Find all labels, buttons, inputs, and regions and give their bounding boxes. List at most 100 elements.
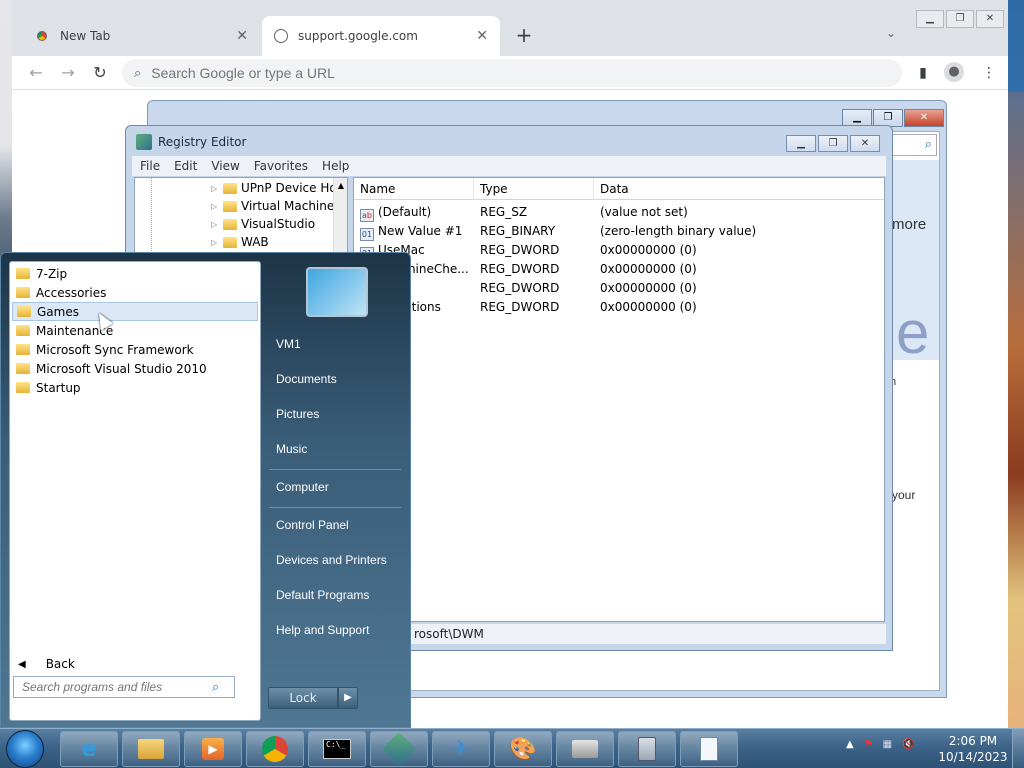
start-search-input[interactable] [22, 680, 212, 694]
lock-button[interactable]: Lock [268, 687, 338, 709]
tree-item[interactable]: ▷ Virtual Machine [211, 197, 334, 215]
program-startup[interactable]: Startup [12, 378, 258, 397]
program-label: Games [37, 304, 79, 319]
folder-icon [16, 344, 30, 355]
minimize-button[interactable]: ▁ [786, 135, 816, 152]
cmd-icon[interactable]: C:\_ [308, 731, 366, 767]
program-games[interactable]: Games [12, 302, 258, 321]
tab-support-google[interactable]: support.google.com ✕ [262, 16, 500, 56]
user-picture [306, 267, 368, 317]
tree-item[interactable]: ▷ UPnP Device Ho [211, 179, 337, 197]
chrome-icon[interactable] [246, 731, 304, 767]
calculator-icon[interactable] [618, 731, 676, 767]
table-row[interactable]: 01UseMac REG_DWORD 0x00000000 (0) [354, 241, 884, 260]
column-type[interactable]: Type [474, 178, 594, 200]
restore-button[interactable]: ❐ [946, 10, 974, 28]
desktop-background-right [1008, 92, 1024, 728]
new-tab-plus-icon[interactable]: + [512, 24, 536, 48]
globe-icon [274, 29, 288, 43]
column-name[interactable]: Name [354, 178, 474, 200]
close-button[interactable]: ✕ [976, 10, 1004, 28]
vs-icon[interactable]: ✈ [432, 731, 490, 767]
shutdown-options-arrow-icon[interactable]: ▶ [338, 687, 358, 709]
explorer-icon[interactable] [122, 731, 180, 767]
table-row[interactable]: ab (Default) REG_SZ (value not set) [354, 203, 884, 222]
media-player-icon[interactable]: ▶ [184, 731, 242, 767]
table-row[interactable]: 01 New Value #1 REG_BINARY (zero-length b… [354, 222, 884, 241]
start-item-pictures[interactable]: Pictures [276, 407, 319, 421]
notepad-icon[interactable] [680, 731, 738, 767]
regedit-icon[interactable] [370, 731, 428, 767]
background-search-box[interactable]: ⌕ [887, 134, 937, 156]
table-row[interactable]: ptions REG_DWORD 0x00000000 (0) [354, 298, 884, 317]
start-item-default-programs[interactable]: Default Programs [276, 588, 369, 602]
side-panel-icon[interactable]: ▮ [912, 62, 934, 84]
system-clock[interactable]: 2:06 PM 10/14/2023 [938, 733, 1008, 765]
start-menu: 7-Zip Accessories Games Maintenance Micr… [0, 252, 411, 728]
tab-search-chevron-icon[interactable]: ⌄ [886, 26, 896, 40]
close-button[interactable]: ✕ [904, 109, 944, 127]
start-item-control-panel[interactable]: Control Panel [276, 518, 349, 532]
table-row[interactable]: achineChe... REG_DWORD 0x00000000 (0) [354, 260, 884, 279]
close-button[interactable]: ✕ [850, 135, 880, 152]
menu-help[interactable]: Help [322, 159, 349, 173]
close-tab-icon[interactable]: ✕ [236, 28, 248, 44]
show-desktop-button[interactable] [1012, 729, 1024, 768]
program-ms-vs2010[interactable]: Microsoft Visual Studio 2010 [12, 359, 258, 378]
menu-file[interactable]: File [140, 159, 160, 173]
scroll-up-arrow-icon[interactable]: ▲ [334, 181, 347, 190]
search-icon[interactable]: ⌕ [212, 680, 219, 695]
start-orb-icon[interactable] [6, 730, 44, 768]
ie-icon[interactable]: e [60, 731, 118, 767]
program-ms-sync[interactable]: Microsoft Sync Framework [12, 340, 258, 359]
tree-item-label: VisualStudio [241, 217, 316, 231]
expand-arrow-icon[interactable]: ▷ [211, 184, 219, 193]
tree-item-label: Virtual Machine [241, 199, 335, 213]
close-tab-icon[interactable]: ✕ [476, 28, 488, 44]
minimize-button[interactable]: ▁ [916, 10, 944, 28]
restore-button[interactable]: ❐ [818, 135, 848, 152]
expand-arrow-icon[interactable]: ▷ [211, 220, 219, 229]
action-center-flag-icon[interactable]: ⚑ [864, 739, 873, 750]
network-icon[interactable]: ▦ [883, 739, 892, 750]
omnibox[interactable]: ⌕ [122, 59, 902, 87]
more-menu-icon[interactable]: ⋮ [978, 62, 1000, 84]
expand-arrow-icon[interactable]: ▷ [211, 238, 219, 247]
value-type: REG_DWORD [480, 262, 560, 276]
show-hidden-icons-icon[interactable]: ▲ [846, 739, 854, 750]
program-maintenance[interactable]: Maintenance [12, 321, 258, 340]
column-data[interactable]: Data [594, 178, 884, 200]
volume-muted-icon[interactable]: 🔇 [902, 739, 914, 750]
table-row[interactable]: REG_DWORD 0x00000000 (0) [354, 279, 884, 298]
reload-icon[interactable]: ↻ [88, 62, 112, 84]
omnibox-input[interactable] [151, 65, 852, 81]
back-button[interactable]: ◀ Back [18, 657, 75, 671]
tree-item[interactable]: ▷ VisualStudio [211, 215, 315, 233]
start-item-music[interactable]: Music [276, 442, 307, 456]
tab-new-tab[interactable]: New Tab ✕ [22, 16, 260, 56]
start-item-help-support[interactable]: Help and Support [276, 623, 369, 637]
menu-edit[interactable]: Edit [174, 159, 197, 173]
value-data: 0x00000000 (0) [600, 262, 697, 276]
profile-avatar-icon[interactable]: ● [944, 62, 964, 82]
expand-arrow-icon[interactable]: ▷ [211, 202, 219, 211]
tab-label: New Tab [60, 29, 111, 43]
program-label: Accessories [36, 285, 107, 300]
start-search-box[interactable]: ⌕ [13, 676, 235, 698]
menu-favorites[interactable]: Favorites [254, 159, 308, 173]
value-data: 0x00000000 (0) [600, 243, 697, 257]
menu-view[interactable]: View [211, 159, 239, 173]
forward-arrow-icon[interactable]: → [56, 62, 80, 84]
start-item-devices-printers[interactable]: Devices and Printers [276, 553, 387, 567]
clock-date: 10/14/2023 [938, 750, 1008, 764]
fax-icon[interactable] [556, 731, 614, 767]
start-item-computer[interactable]: Computer [276, 480, 329, 494]
start-item-documents[interactable]: Documents [276, 372, 337, 386]
tree-item[interactable]: ▷ WAB [211, 233, 269, 251]
program-accessories[interactable]: Accessories [12, 283, 258, 302]
program-7zip[interactable]: 7-Zip [12, 264, 258, 283]
folder-icon [223, 200, 237, 212]
back-arrow-icon[interactable]: ← [24, 62, 48, 84]
start-item-vm1[interactable]: VM1 [276, 337, 301, 351]
paint-icon[interactable]: 🎨 [494, 731, 552, 767]
